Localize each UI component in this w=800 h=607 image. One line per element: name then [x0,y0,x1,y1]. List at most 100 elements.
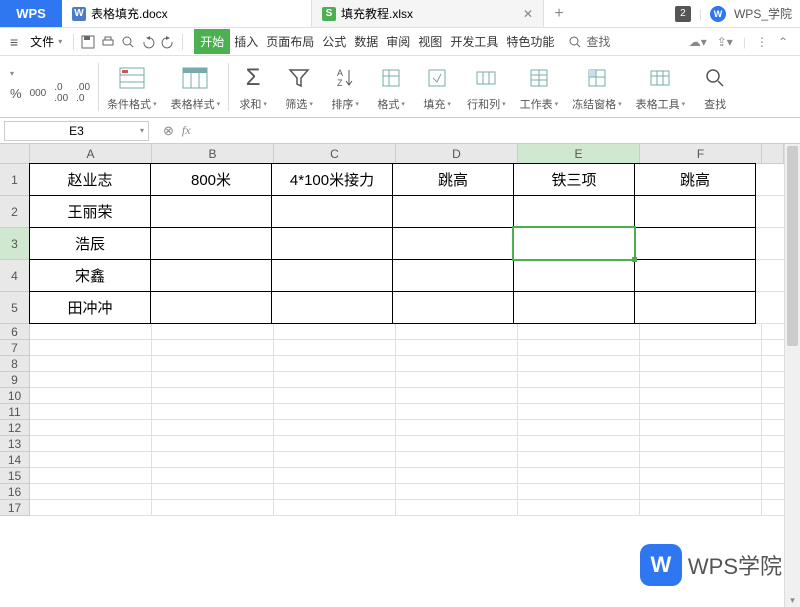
cell[interactable] [396,452,518,468]
hamburger-icon[interactable]: ≡ [6,32,22,52]
cell[interactable] [274,356,396,372]
close-icon[interactable]: ✕ [523,7,533,21]
cell[interactable] [274,468,396,484]
cell-F4[interactable] [634,259,756,292]
cell[interactable] [518,500,640,516]
cell[interactable] [640,372,762,388]
cell[interactable] [274,372,396,388]
cell[interactable] [152,372,274,388]
tab-spreadsheet[interactable]: S 填充教程.xlsx ✕ [312,0,544,27]
tab-document[interactable]: W 表格填充.docx [62,0,312,27]
cell[interactable] [640,388,762,404]
row-header[interactable]: 5 [0,292,30,324]
cell-D5[interactable] [392,291,514,324]
cell[interactable] [640,500,762,516]
cell[interactable] [518,340,640,356]
fx-icon[interactable]: fx [182,123,191,138]
cell[interactable] [640,484,762,500]
row-header[interactable]: 12 [0,420,30,436]
cell-E5[interactable] [513,291,635,324]
cell[interactable] [518,468,640,484]
cell[interactable] [152,436,274,452]
row-header[interactable]: 3 [0,228,30,260]
row-header[interactable]: 2 [0,196,30,228]
col-header-A[interactable]: A [30,144,152,163]
cell[interactable] [274,484,396,500]
row-col-button[interactable]: 行和列▾ [461,60,512,114]
select-all-corner[interactable] [0,144,30,163]
cell[interactable] [30,500,152,516]
name-box[interactable]: E3 ▾ [4,121,149,141]
cell[interactable] [396,356,518,372]
cell-B3[interactable] [150,227,272,260]
cell-A3[interactable]: 浩辰 [29,227,151,260]
cell-D1[interactable]: 跳高 [392,163,514,196]
currency-dropdown-icon[interactable]: ▾ [10,69,14,78]
col-header-E[interactable]: E [518,144,640,163]
more-icon[interactable]: ⋮ [756,35,768,49]
conditional-format-button[interactable]: 条件格式▾ [101,60,163,114]
col-header-D[interactable]: D [396,144,518,163]
tab-special[interactable]: 特色功能 [502,29,558,54]
cell[interactable] [152,324,274,340]
cell-E4[interactable] [513,259,635,292]
cell-E2[interactable] [513,195,635,228]
cell[interactable] [762,340,784,356]
cell[interactable] [762,372,784,388]
undo-icon[interactable] [139,33,157,51]
cloud-icon[interactable]: ☁▾ [689,35,707,49]
cell-C1[interactable]: 4*100米接力 [271,163,393,196]
print-preview-icon[interactable] [119,33,137,51]
find-button[interactable]: 查找 [693,60,737,114]
cell[interactable] [396,388,518,404]
fill-button[interactable]: 填充▾ [415,60,459,114]
row-header[interactable]: 7 [0,340,30,356]
cell[interactable] [30,356,152,372]
cell-A2[interactable]: 王丽荣 [29,195,151,228]
cell[interactable] [396,404,518,420]
cell-B2[interactable] [150,195,272,228]
cell[interactable] [30,324,152,340]
freeze-button[interactable]: 冻结窗格▾ [566,60,628,114]
cell[interactable] [152,420,274,436]
academy-label[interactable]: WPS_学院 [734,5,792,22]
col-header-B[interactable]: B [152,144,274,163]
scroll-down-icon[interactable]: ▾ [785,593,800,607]
cell[interactable] [762,468,784,484]
cell[interactable] [518,356,640,372]
cell[interactable] [152,404,274,420]
cell-empty[interactable] [756,260,784,292]
cell[interactable] [274,420,396,436]
tab-data[interactable]: 数据 [350,29,382,54]
row-header[interactable]: 14 [0,452,30,468]
increase-decimal-button[interactable]: .0.00 [54,82,68,104]
cell-F3[interactable] [634,227,756,260]
cell[interactable] [396,340,518,356]
row-header[interactable]: 1 [0,164,30,196]
sum-button[interactable]: Σ 求和▾ [231,60,275,114]
cell[interactable] [152,452,274,468]
cell-D2[interactable] [392,195,514,228]
cell[interactable] [396,468,518,484]
cell[interactable] [396,500,518,516]
cell[interactable] [762,404,784,420]
cell[interactable] [396,436,518,452]
cell[interactable] [152,388,274,404]
cell[interactable] [30,436,152,452]
wps-round-icon[interactable]: W [710,6,726,22]
filter-button[interactable]: 筛选▾ [277,60,321,114]
cell[interactable] [762,324,784,340]
share-icon[interactable]: ⇪▾ [717,35,733,49]
cell-A4[interactable]: 宋鑫 [29,259,151,292]
row-header[interactable]: 4 [0,260,30,292]
row-header[interactable]: 16 [0,484,30,500]
cell[interactable] [518,324,640,340]
cell[interactable] [640,324,762,340]
col-header-F[interactable]: F [640,144,762,163]
row-header[interactable]: 10 [0,388,30,404]
cell[interactable] [30,404,152,420]
cell-B5[interactable] [150,291,272,324]
cell-empty[interactable] [756,228,784,260]
cell-F2[interactable] [634,195,756,228]
formula-input[interactable] [201,118,800,143]
